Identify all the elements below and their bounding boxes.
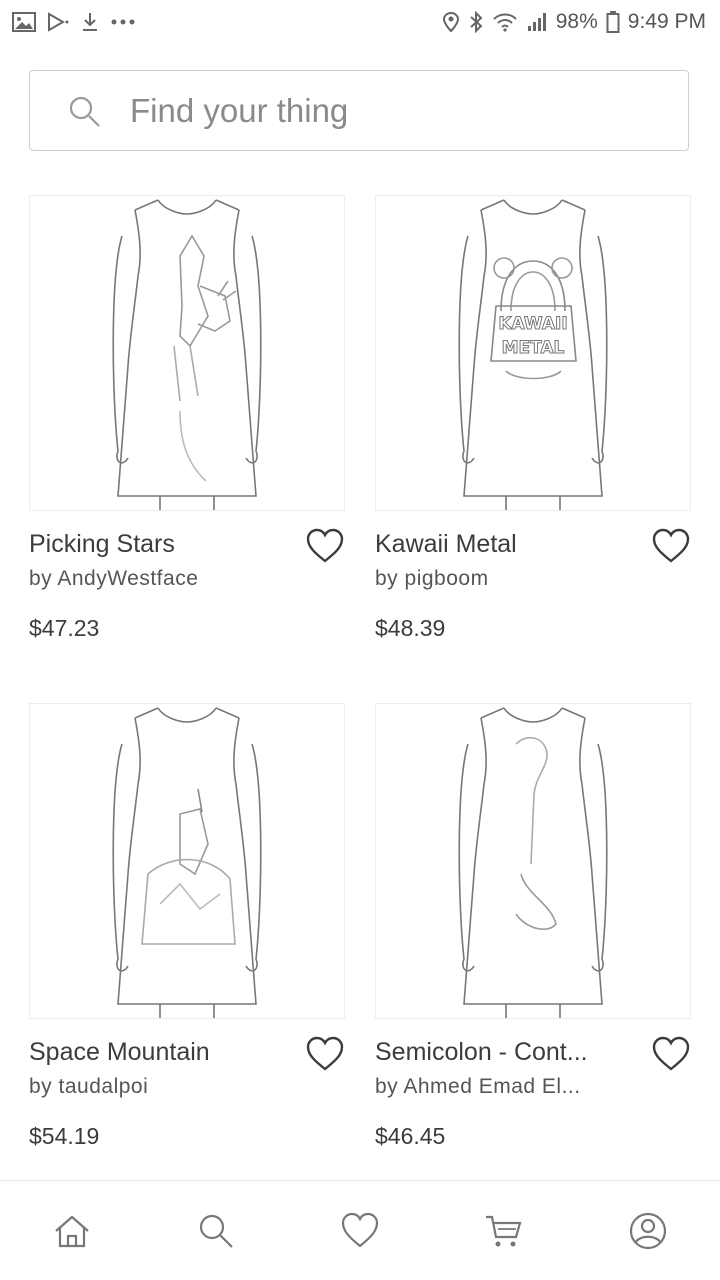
product-artist[interactable]: by taudalpoi <box>29 1075 294 1099</box>
status-bar: 98% 9:49 PM <box>0 0 720 44</box>
product-title[interactable]: Kawaii Metal <box>375 530 640 559</box>
play-store-icon <box>46 12 70 32</box>
product-artist[interactable]: by AndyWestface <box>29 567 294 591</box>
wifi-icon <box>492 11 518 33</box>
battery-percent: 98% <box>555 10 598 33</box>
bottom-navigation <box>0 1180 720 1280</box>
nav-cart[interactable] <box>482 1209 526 1253</box>
heart-icon <box>652 1036 690 1071</box>
download-icon <box>80 11 100 33</box>
heart-icon <box>306 1036 344 1071</box>
product-image[interactable] <box>29 195 345 511</box>
product-title[interactable]: Picking Stars <box>29 530 294 559</box>
product-title[interactable]: Space Mountain <box>29 1038 294 1067</box>
account-icon <box>629 1212 667 1250</box>
nav-account[interactable] <box>626 1209 670 1253</box>
product-image[interactable] <box>29 703 345 1019</box>
favorite-button[interactable] <box>305 1036 345 1072</box>
status-right-icons: 98% 9:49 PM <box>442 8 706 36</box>
search-input[interactable] <box>128 71 672 151</box>
battery-icon <box>606 10 620 34</box>
search-bar[interactable] <box>29 70 689 151</box>
product-artist[interactable]: by Ahmed Emad El... <box>375 1075 640 1099</box>
product-title[interactable]: Semicolon - Cont... <box>375 1038 640 1067</box>
search-icon <box>68 95 102 134</box>
signal-icon <box>526 11 548 33</box>
product-price: $46.45 <box>375 1123 446 1149</box>
product-image[interactable] <box>375 703 691 1019</box>
bluetooth-icon <box>468 11 484 33</box>
favorite-button[interactable] <box>651 1036 691 1072</box>
status-left-icons <box>12 8 136 36</box>
cart-icon <box>486 1215 522 1247</box>
product-price: $48.39 <box>375 615 446 641</box>
heart-icon <box>306 528 344 563</box>
more-icon <box>110 18 136 26</box>
clock: 9:49 PM <box>627 10 706 33</box>
nav-home[interactable] <box>50 1209 94 1253</box>
svg-text:METAL: METAL <box>502 338 565 358</box>
nav-favorites[interactable] <box>338 1209 382 1253</box>
svg-text:KAWAII: KAWAII <box>498 314 567 334</box>
gallery-icon <box>12 12 36 32</box>
nav-search[interactable] <box>194 1209 238 1253</box>
heart-icon <box>652 528 690 563</box>
product-price: $54.19 <box>29 1123 100 1149</box>
search-icon <box>199 1214 233 1248</box>
location-icon <box>442 11 460 33</box>
product-artist[interactable]: by pigboom <box>375 567 640 591</box>
product-image[interactable]: KAWAII METAL <box>375 195 691 511</box>
favorite-button[interactable] <box>305 528 345 564</box>
favorite-button[interactable] <box>651 528 691 564</box>
home-icon <box>55 1215 89 1248</box>
favorites-icon <box>341 1212 379 1248</box>
product-price: $47.23 <box>29 615 100 641</box>
